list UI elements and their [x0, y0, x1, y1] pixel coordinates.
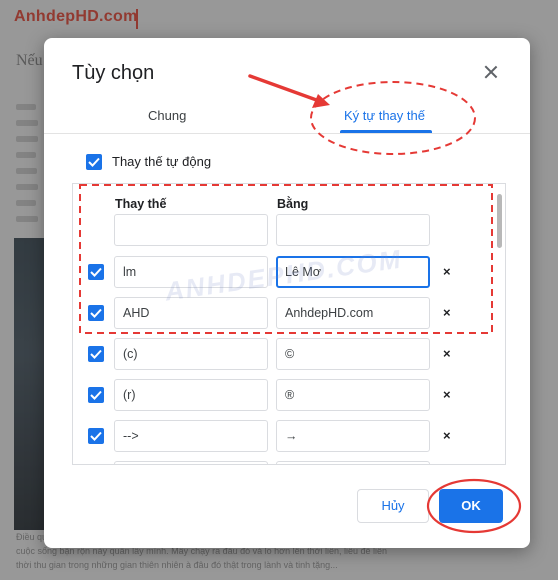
check-icon: [90, 308, 102, 318]
with-input[interactable]: [276, 461, 430, 464]
delete-x-icon[interactable]: ×: [443, 429, 451, 443]
with-input[interactable]: AnhdepHD.com: [276, 297, 430, 329]
column-header-replace: Thay thế: [115, 197, 167, 211]
tab-divider: [44, 133, 530, 134]
delete-x-icon[interactable]: ×: [443, 265, 451, 279]
dialog-title: Tùy chọn: [72, 62, 155, 84]
check-icon: [90, 349, 102, 359]
delete-x-icon[interactable]: ×: [443, 347, 451, 361]
close-icon[interactable]: [482, 63, 500, 81]
tab-general[interactable]: Chung: [148, 108, 186, 123]
replace-input[interactable]: (c): [114, 338, 268, 370]
check-icon: [90, 431, 102, 441]
tab-substitutions[interactable]: Ký tự thay thế: [344, 108, 425, 123]
replace-input[interactable]: (r): [114, 379, 268, 411]
with-input[interactable]: →: [276, 420, 430, 452]
new-with-input[interactable]: [276, 214, 430, 246]
row-checkbox[interactable]: [88, 346, 104, 362]
delete-x-icon[interactable]: ×: [443, 306, 451, 320]
row-checkbox[interactable]: [88, 264, 104, 280]
replace-input[interactable]: [114, 461, 268, 464]
preferences-dialog: Tùy chọn Chung Ký tự thay thế Thay thế t…: [44, 38, 530, 548]
replace-input[interactable]: -->: [114, 420, 268, 452]
row-checkbox[interactable]: [88, 428, 104, 444]
with-input[interactable]: ®: [276, 379, 430, 411]
auto-substitute-checkbox[interactable]: [86, 154, 102, 170]
column-header-with: Bằng: [277, 197, 309, 211]
auto-substitute-label: Thay thế tự động: [112, 154, 212, 169]
substitution-table: Thay thế Bằng lm Lê Mơ × AHD AnhdepHD.co…: [72, 183, 506, 465]
check-icon: [90, 390, 102, 400]
table-scrollbar[interactable]: [497, 194, 502, 248]
ok-button[interactable]: OK: [439, 489, 503, 523]
check-icon: [88, 157, 100, 167]
check-icon: [90, 267, 102, 277]
delete-x-icon[interactable]: ×: [443, 388, 451, 402]
cancel-button[interactable]: Hủy: [357, 489, 429, 523]
with-input[interactable]: ©: [276, 338, 430, 370]
row-checkbox[interactable]: [88, 305, 104, 321]
row-checkbox[interactable]: [88, 387, 104, 403]
new-replace-input[interactable]: [114, 214, 268, 246]
